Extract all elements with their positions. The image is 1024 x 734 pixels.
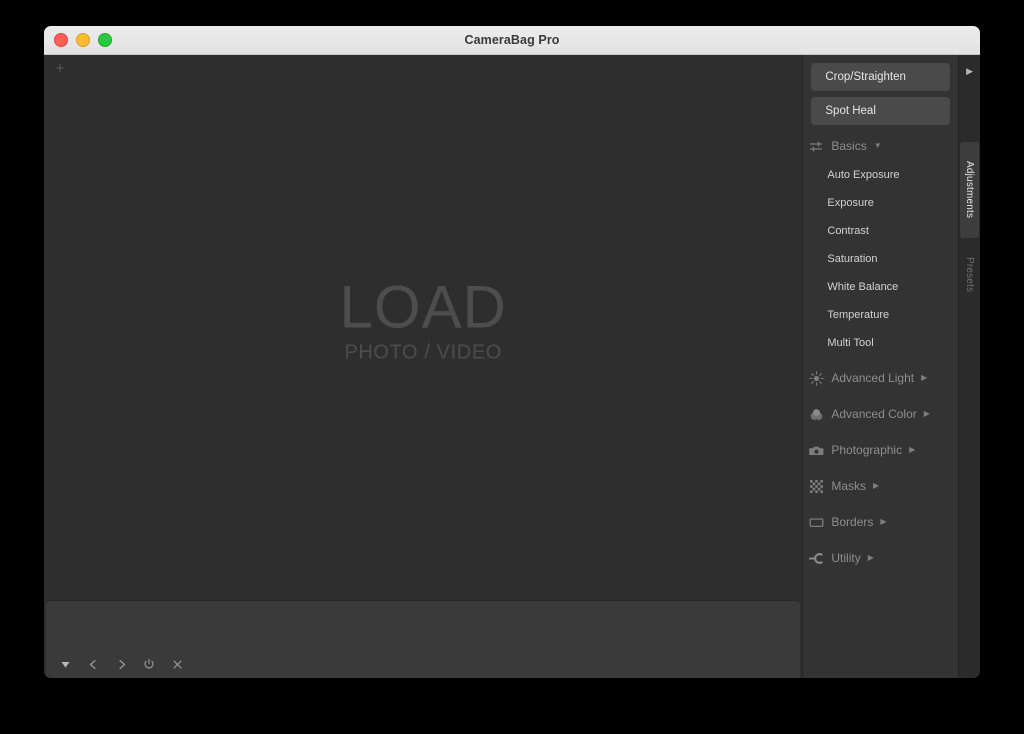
sun-icon bbox=[808, 370, 825, 387]
crop-straighten-button[interactable]: Crop/Straighten bbox=[811, 63, 951, 91]
expand-filmstrip-button[interactable] bbox=[56, 655, 74, 673]
group-label-basics: Basics bbox=[831, 139, 867, 153]
image-canvas[interactable]: + LOAD PHOTO / VIDEO bbox=[44, 55, 803, 600]
adjustment-label: Saturation bbox=[827, 253, 878, 265]
panel-tab-rail: ▶ Adjustments Presets bbox=[958, 55, 980, 678]
add-image-icon[interactable]: + bbox=[52, 61, 68, 77]
camera-icon bbox=[808, 442, 825, 459]
tab-presets[interactable]: Presets bbox=[960, 245, 979, 305]
group-label-utility: Utility bbox=[831, 551, 861, 565]
checkerboard-icon bbox=[808, 478, 825, 495]
chevron-right-icon[interactable]: ▶ bbox=[921, 374, 927, 382]
traffic-lights bbox=[54, 33, 112, 47]
maximize-window-button[interactable] bbox=[98, 33, 112, 47]
adjustment-label: White Balance bbox=[827, 281, 899, 293]
load-title: LOAD bbox=[339, 273, 507, 341]
group-header-advanced-light[interactable]: Advanced Light ▶ bbox=[803, 363, 958, 393]
previous-image-button[interactable] bbox=[84, 655, 102, 673]
window-title: CameraBag Pro bbox=[464, 33, 560, 47]
spot-heal-button[interactable]: Spot Heal bbox=[811, 97, 951, 125]
canvas-column: + LOAD PHOTO / VIDEO bbox=[44, 55, 803, 678]
group-header-advanced-color[interactable]: Advanced Color ▶ bbox=[803, 399, 958, 429]
adjustment-white-balance[interactable]: White Balance bbox=[803, 273, 958, 301]
tab-presets-label: Presets bbox=[964, 257, 976, 293]
rectangle-icon bbox=[808, 514, 825, 531]
node-connector-icon bbox=[808, 550, 825, 567]
close-window-button[interactable] bbox=[54, 33, 68, 47]
adjustment-label: Multi Tool bbox=[827, 337, 874, 349]
group-label-advanced-light: Advanced Light bbox=[831, 371, 915, 385]
adjustment-auto-exposure[interactable]: Auto Exposure bbox=[803, 161, 958, 189]
adjustment-label: Contrast bbox=[827, 225, 869, 237]
group-header-borders[interactable]: Borders ▶ bbox=[803, 507, 958, 537]
collapse-panel-button[interactable]: ▶ bbox=[959, 60, 980, 82]
filmstrip-panel bbox=[46, 600, 801, 678]
group-header-photographic[interactable]: Photographic ▶ bbox=[803, 435, 958, 465]
tab-adjustments[interactable]: Adjustments bbox=[960, 142, 980, 238]
chevron-right-icon[interactable]: ▶ bbox=[909, 446, 915, 454]
chevron-right-icon[interactable]: ▶ bbox=[880, 518, 886, 526]
load-subtitle: PHOTO / VIDEO bbox=[344, 341, 502, 364]
adjustment-label: Temperature bbox=[827, 309, 890, 321]
power-toggle-button[interactable] bbox=[140, 655, 158, 673]
adjustment-contrast[interactable]: Contrast bbox=[803, 217, 958, 245]
adjustment-multi-tool[interactable]: Multi Tool bbox=[803, 329, 958, 357]
group-label-borders: Borders bbox=[831, 515, 874, 529]
group-header-masks[interactable]: Masks ▶ bbox=[803, 471, 958, 501]
adjustment-saturation[interactable]: Saturation bbox=[803, 245, 958, 273]
app-window: CameraBag Pro + LOAD PHOTO / VIDEO Crop/… bbox=[44, 26, 980, 678]
adjustment-exposure[interactable]: Exposure bbox=[803, 189, 958, 217]
minimize-window-button[interactable] bbox=[76, 33, 90, 47]
group-label-photographic: Photographic bbox=[831, 443, 903, 457]
adjustments-panel: Crop/Straighten Spot Heal Basics ▼ Auto … bbox=[802, 55, 959, 678]
adjustment-label: Exposure bbox=[827, 197, 874, 209]
crop-straighten-label: Crop/Straighten bbox=[825, 71, 906, 83]
adjustment-label: Auto Exposure bbox=[827, 169, 900, 181]
group-header-basics[interactable]: Basics ▼ bbox=[803, 131, 958, 161]
spot-heal-label: Spot Heal bbox=[825, 105, 876, 117]
sliders-icon bbox=[808, 138, 825, 155]
group-label-masks: Masks bbox=[831, 479, 867, 493]
adjustment-temperature[interactable]: Temperature bbox=[803, 301, 958, 329]
color-blobs-icon bbox=[808, 406, 825, 423]
close-image-button[interactable] bbox=[168, 655, 186, 673]
chevron-down-icon[interactable]: ▼ bbox=[874, 142, 882, 150]
window-body: + LOAD PHOTO / VIDEO Crop/Straighten Spo… bbox=[44, 55, 980, 678]
filmstrip-toolbar bbox=[56, 655, 186, 673]
group-label-advanced-color: Advanced Color bbox=[831, 407, 917, 421]
group-header-utility[interactable]: Utility ▶ bbox=[803, 543, 958, 573]
load-placeholder[interactable]: LOAD PHOTO / VIDEO bbox=[44, 277, 802, 364]
chevron-right-icon[interactable]: ▶ bbox=[873, 482, 879, 490]
tab-adjustments-label: Adjustments bbox=[964, 161, 976, 219]
next-image-button[interactable] bbox=[112, 655, 130, 673]
window-titlebar: CameraBag Pro bbox=[44, 26, 980, 55]
chevron-right-icon[interactable]: ▶ bbox=[924, 410, 930, 418]
chevron-right-icon[interactable]: ▶ bbox=[868, 554, 874, 562]
